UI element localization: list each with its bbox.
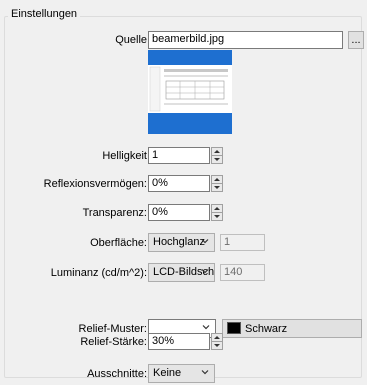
reflectivity-stepper[interactable] xyxy=(211,175,223,192)
arrow-down-icon[interactable] xyxy=(214,158,220,161)
arrow-up-icon[interactable] xyxy=(214,178,220,181)
color-swatch xyxy=(227,322,241,334)
arrow-up-icon[interactable] xyxy=(214,207,220,210)
relief-strength-field[interactable]: 30% xyxy=(148,333,210,350)
reflectivity-field[interactable]: 0% xyxy=(148,175,210,192)
brightness-field[interactable]: 1 xyxy=(148,147,210,164)
chevron-down-icon xyxy=(201,239,209,244)
surface-label: Oberfläche: xyxy=(90,237,147,249)
image-preview xyxy=(148,50,232,134)
arrow-up-icon[interactable] xyxy=(214,150,220,153)
arrow-up-icon[interactable] xyxy=(214,336,220,339)
chevron-down-icon xyxy=(201,269,209,274)
surface-value-field: 1 xyxy=(220,234,265,251)
settings-group-title: Einstellungen xyxy=(8,8,81,20)
relief-color-label: Schwarz xyxy=(245,323,288,335)
chevron-down-icon xyxy=(202,325,210,330)
arrow-down-icon[interactable] xyxy=(214,215,220,218)
reflectivity-label: Reflexionsvermögen: xyxy=(43,178,147,190)
chevron-down-icon xyxy=(201,370,209,375)
transparency-stepper[interactable] xyxy=(211,204,223,221)
transparency-field[interactable]: 0% xyxy=(148,204,210,221)
surface-select[interactable]: Hochglanz xyxy=(148,233,215,252)
browse-button[interactable]: ... xyxy=(348,31,364,49)
luminance-label: Luminanz (cd/m^2): xyxy=(50,267,147,279)
relief-color-button[interactable]: Schwarz xyxy=(222,319,362,338)
brightness-stepper[interactable] xyxy=(211,147,223,164)
preview-screen xyxy=(148,65,232,113)
cutouts-label: Ausschnitte: xyxy=(87,368,147,380)
luminance-value-field: 140 xyxy=(220,264,265,281)
arrow-down-icon[interactable] xyxy=(214,186,220,189)
relief-strength-stepper[interactable] xyxy=(211,333,223,350)
cutouts-select-value: Keine xyxy=(153,367,182,379)
cutouts-select[interactable]: Keine xyxy=(148,364,215,383)
luminance-select[interactable]: LCD-Bildschirm xyxy=(148,263,215,282)
source-field[interactable]: beamerbild.jpg xyxy=(148,31,343,49)
brightness-label: Helligkeit xyxy=(102,150,147,162)
source-label: Quelle xyxy=(115,34,147,46)
surface-select-value: Hochglanz xyxy=(153,236,205,248)
transparency-label: Transparenz: xyxy=(82,207,147,219)
relief-strength-label: Relief-Stärke: xyxy=(80,336,147,348)
arrow-down-icon[interactable] xyxy=(214,344,220,347)
relief-pattern-label: Relief-Muster: xyxy=(78,323,147,335)
